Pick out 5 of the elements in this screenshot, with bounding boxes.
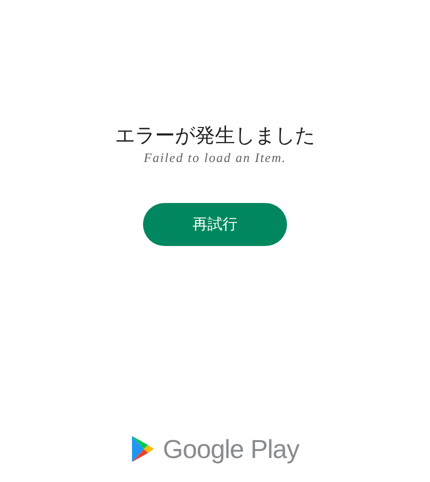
brand-name: Google Play	[162, 434, 300, 464]
error-title: エラーが発生しました	[115, 122, 315, 148]
play-logo-icon	[130, 435, 155, 463]
error-message: Failed to load an Item.	[144, 149, 286, 167]
retry-button[interactable]: 再試行	[143, 203, 287, 246]
